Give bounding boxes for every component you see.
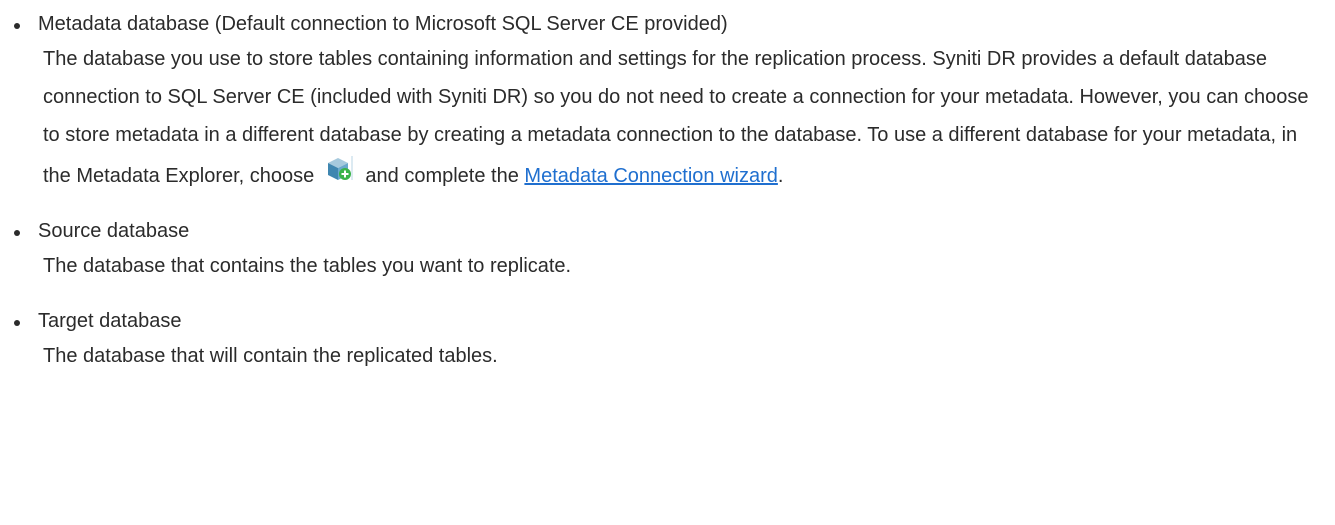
bullet-icon [14, 23, 20, 29]
item-title: Source database [38, 220, 190, 242]
list-item-source-database: Source database The database that contai… [0, 217, 1335, 285]
add-connection-icon[interactable] [324, 154, 354, 184]
item-description: The database that will contain the repli… [43, 345, 498, 367]
database-list: Metadata database (Default connection to… [0, 10, 1335, 375]
bullet-icon [14, 230, 20, 236]
list-item-metadata-database: Metadata database (Default connection to… [0, 10, 1335, 195]
bullet-icon [14, 320, 20, 326]
description-text: and complete the [365, 165, 519, 187]
item-description: The database you use to store tables con… [38, 40, 1313, 195]
item-description: The database that contains the tables yo… [43, 255, 572, 277]
description-text: . [777, 165, 784, 187]
item-title: Metadata database (Default connection to… [38, 13, 728, 35]
document-body: Metadata database (Default connection to… [0, 0, 1335, 375]
metadata-connection-wizard-link[interactable]: Metadata Connection wizard [524, 165, 777, 187]
list-item-target-database: Target database The database that will c… [0, 307, 1335, 375]
item-title: Target database [38, 310, 182, 332]
